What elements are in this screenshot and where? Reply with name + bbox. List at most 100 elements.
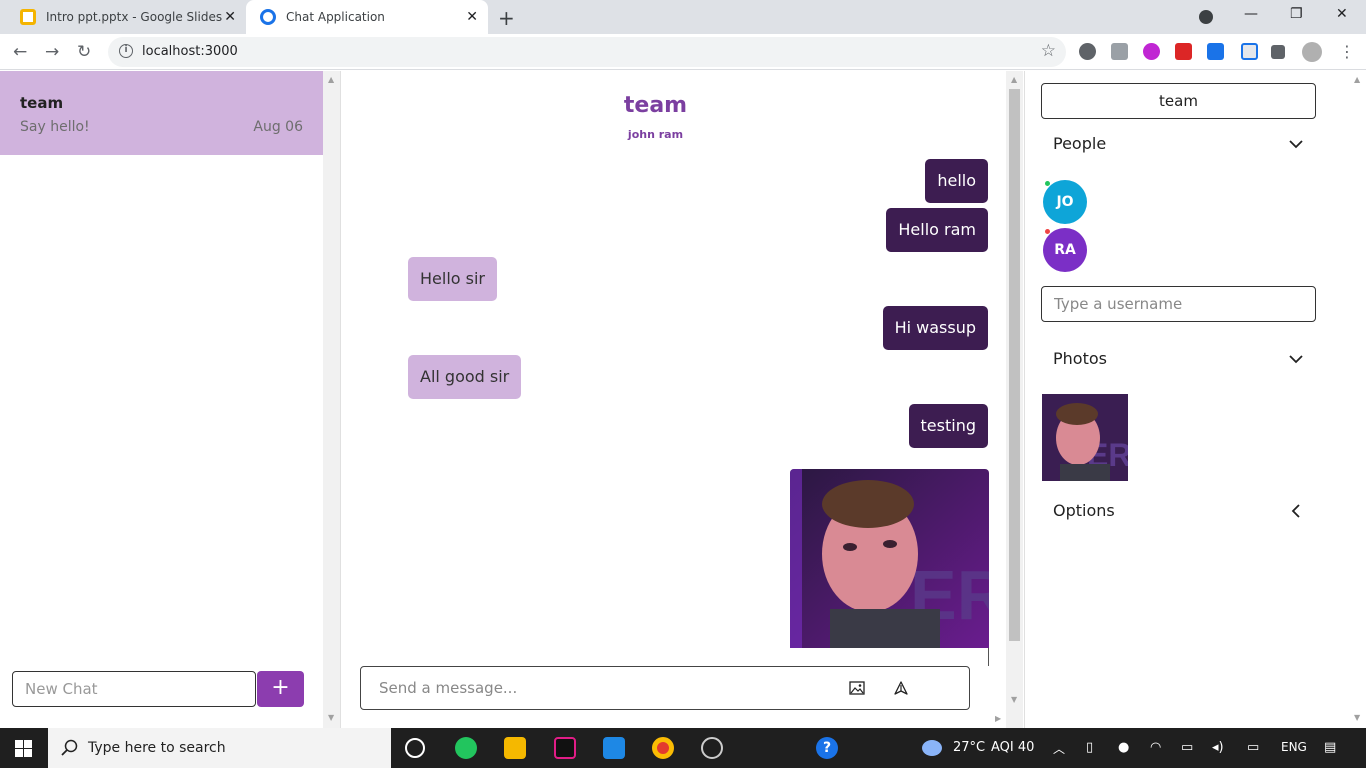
tab-title: Chat Application [286, 10, 385, 24]
extension-pen-icon[interactable] [1241, 43, 1258, 60]
tab-title: Intro ppt.pptx - Google Slides [46, 10, 223, 24]
tab-google-slides[interactable]: Intro ppt.pptx - Google Slides ✕ [0, 0, 246, 34]
extension-bug-icon[interactable] [1079, 43, 1096, 60]
chrome-icon[interactable] [652, 737, 674, 759]
window-close-icon[interactable]: ✕ [1336, 6, 1348, 22]
file-explorer-icon[interactable] [504, 737, 526, 759]
scroll-up-icon[interactable]: ▲ [1354, 75, 1360, 84]
photo-thumbnail-image: ER [1042, 394, 1128, 481]
message-input[interactable] [379, 678, 819, 698]
chat-card-date: Aug 06 [253, 119, 303, 135]
chat-card-title: team [20, 94, 64, 112]
chat-card[interactable]: team Say hello! Aug 06 [0, 71, 324, 155]
forward-icon[interactable]: → [45, 42, 59, 62]
chevron-down-icon[interactable] [1288, 136, 1304, 152]
cortana-icon[interactable] [405, 738, 425, 758]
close-tab-icon[interactable]: ✕ [466, 9, 478, 25]
extensions-icon[interactable] [1271, 45, 1285, 59]
scroll-up-icon[interactable]: ▲ [328, 75, 334, 84]
search-icon [61, 739, 78, 756]
notifications-icon[interactable]: ▤ [1324, 740, 1336, 755]
message-bubble: hello [925, 159, 988, 203]
people-section-title[interactable]: People [1053, 134, 1106, 153]
avatar[interactable]: JO [1043, 180, 1087, 224]
chat-card-last-message: Say hello! [20, 119, 90, 135]
chat-feed: team john ram hello Hello ram Hello sir … [342, 71, 1025, 728]
help-icon[interactable]: ? [816, 737, 838, 759]
input-language[interactable]: ENG [1281, 740, 1307, 754]
message-bubble: testing [908, 404, 988, 448]
chevron-down-icon[interactable] [1288, 351, 1304, 367]
url-text: localhost:3000 [142, 44, 238, 59]
chat-members: john ram [627, 128, 684, 141]
chevron-left-icon[interactable] [1288, 503, 1304, 519]
new-chat-button[interactable]: + [257, 671, 304, 707]
extension-s-icon[interactable] [1207, 43, 1224, 60]
weather-temperature: 27°C [953, 740, 986, 755]
reload-icon[interactable]: ↻ [77, 42, 91, 62]
chat-app: team Say hello! Aug 06 ▲ ▼ + team john r… [0, 71, 1366, 728]
message-bubble: All good sir [408, 355, 522, 399]
message-bubble: Hello sir [408, 257, 497, 301]
chat-app-favicon-icon [260, 9, 276, 25]
taskbar-search-placeholder: Type here to search [88, 740, 226, 756]
chat-feed-scroll-thumb[interactable] [1009, 89, 1020, 641]
message-bubble: Hi wassup [882, 306, 988, 350]
scroll-down-icon[interactable]: ▼ [1354, 713, 1360, 722]
show-hidden-icons-icon[interactable]: ︿ [1053, 740, 1065, 757]
tab-chat-application[interactable]: Chat Application ✕ [246, 0, 488, 34]
air-quality: AQI 40 [991, 740, 1035, 755]
avatar[interactable]: RA [1043, 228, 1087, 272]
photos-section-title[interactable]: Photos [1053, 349, 1107, 368]
volume-icon[interactable]: ◂) [1212, 740, 1224, 755]
attach-image-icon[interactable] [849, 681, 865, 695]
extension-red-icon[interactable] [1175, 43, 1192, 60]
browser-menu-icon[interactable]: ⋮ [1339, 42, 1355, 61]
minimize-icon[interactable]: — [1244, 6, 1258, 22]
microphone-icon[interactable]: ● [1118, 740, 1129, 755]
browser-toolbar: ← → ↻ i localhost:3000 ☆ ⋮ [0, 34, 1366, 70]
profile-avatar[interactable] [1302, 42, 1322, 62]
scroll-right-icon[interactable]: ▶ [995, 714, 1001, 723]
browser-tab-bar: Intro ppt.pptx - Google Slides ✕ Chat Ap… [0, 0, 1366, 34]
app-green-icon[interactable] [455, 737, 477, 759]
display-icon[interactable]: ▭ [1247, 740, 1259, 755]
back-icon[interactable]: ← [13, 42, 27, 62]
message-bubble: Hello ram [886, 208, 988, 252]
options-section-title[interactable]: Options [1053, 501, 1115, 520]
wifi-icon[interactable]: ◠ [1150, 740, 1161, 755]
send-icon[interactable] [894, 681, 908, 695]
chat-title-box[interactable]: team [1041, 83, 1316, 119]
weather-icon[interactable] [922, 740, 942, 756]
new-chat-input[interactable] [12, 671, 256, 707]
extension-puzzle-photo-icon[interactable] [1111, 43, 1128, 60]
photo-message[interactable]: ER [790, 469, 989, 648]
device-icon[interactable]: ▯ [1086, 740, 1093, 755]
taskbar-search[interactable]: Type here to search [48, 728, 391, 768]
battery-icon[interactable]: ▭ [1181, 740, 1193, 755]
obs-icon[interactable] [701, 737, 723, 759]
scroll-down-icon[interactable]: ▼ [1011, 695, 1017, 704]
bookmark-star-icon[interactable]: ☆ [1041, 41, 1056, 61]
site-info-icon[interactable]: i [119, 44, 133, 58]
terminal-icon[interactable] [554, 737, 576, 759]
windows-taskbar: Type here to search ? 27°C AQI 40 ︿ ▯ ● … [0, 728, 1366, 768]
windows-start-icon[interactable] [15, 740, 32, 757]
settings-scrollbar[interactable]: ▲ ▼ [1349, 71, 1366, 728]
scroll-up-icon[interactable]: ▲ [1011, 75, 1017, 84]
restore-icon[interactable]: ❐ [1290, 6, 1303, 22]
chat-settings-panel: team People JO RA Photos ER Options [1026, 71, 1366, 728]
vscode-icon[interactable] [603, 737, 625, 759]
address-bar[interactable]: i localhost:3000 ☆ [108, 37, 1066, 67]
scroll-down-icon[interactable]: ▼ [328, 713, 334, 722]
close-tab-icon[interactable]: ✕ [224, 9, 236, 25]
message-composer [360, 666, 970, 710]
tab-search-icon[interactable] [1199, 10, 1213, 24]
chat-title: team [623, 93, 688, 118]
new-tab-icon[interactable]: + [498, 6, 515, 30]
photo-divider [988, 648, 989, 666]
extension-circle-icon[interactable] [1143, 43, 1160, 60]
photo-thumbnail[interactable]: ER [1042, 394, 1128, 481]
chat-list-scrollbar[interactable]: ▲ ▼ [323, 71, 340, 728]
username-input[interactable] [1041, 286, 1316, 322]
